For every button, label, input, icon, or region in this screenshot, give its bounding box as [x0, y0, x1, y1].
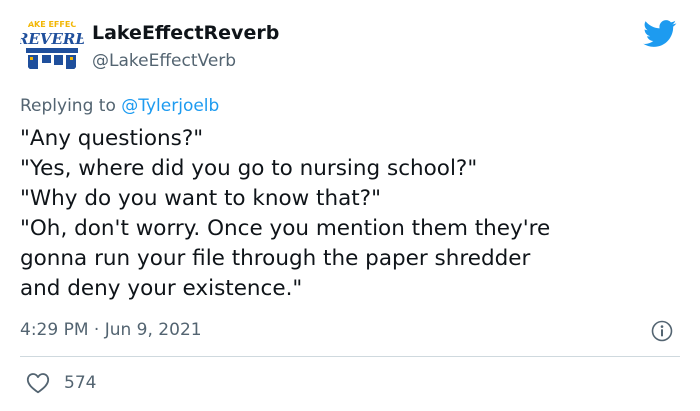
timestamp-separator: ·: [93, 320, 100, 340]
tweet-line: "Yes, where did you go to nursing school…: [20, 156, 478, 181]
tweet-timestamp[interactable]: 4:29 PM · Jun 9, 2021: [20, 320, 202, 340]
info-icon[interactable]: [651, 320, 673, 342]
tweet-text: "Any questions?" "Yes, where did you go …: [20, 124, 688, 304]
avatar[interactable]: AKE EFFEC REVERB: [20, 14, 84, 78]
tweet-line: "Any questions?": [20, 126, 204, 151]
replying-to-label: Replying to: [20, 96, 122, 116]
logo-top-text: AKE EFFEC: [28, 20, 77, 29]
tweet-line: "Why do you want to know that?": [20, 186, 381, 211]
like-count: 574: [64, 373, 97, 393]
twitter-bird-icon[interactable]: [643, 20, 677, 48]
tweet-date: Jun 9, 2021: [104, 320, 202, 340]
display-name[interactable]: LakeEffectReverb: [92, 22, 279, 44]
tweet-line: and deny your existence.": [20, 276, 303, 301]
divider: [20, 356, 680, 357]
replying-to-mention[interactable]: @Tylerjoelb: [121, 96, 219, 116]
logo-main-text: REVERB: [20, 30, 84, 48]
heart-icon: [26, 373, 50, 394]
tweet-time: 4:29 PM: [20, 320, 89, 340]
user-handle[interactable]: @LakeEffectVerb: [92, 51, 236, 71]
lake-effect-reverb-logo: AKE EFFEC REVERB: [20, 14, 84, 78]
replying-to: Replying to @Tylerjoelb: [20, 96, 219, 116]
tweet-line: gonna run your file through the paper sh…: [20, 246, 531, 271]
tweet-line: "Oh, don't worry. Once you mention them …: [20, 216, 551, 241]
like-button[interactable]: 574: [26, 371, 96, 395]
